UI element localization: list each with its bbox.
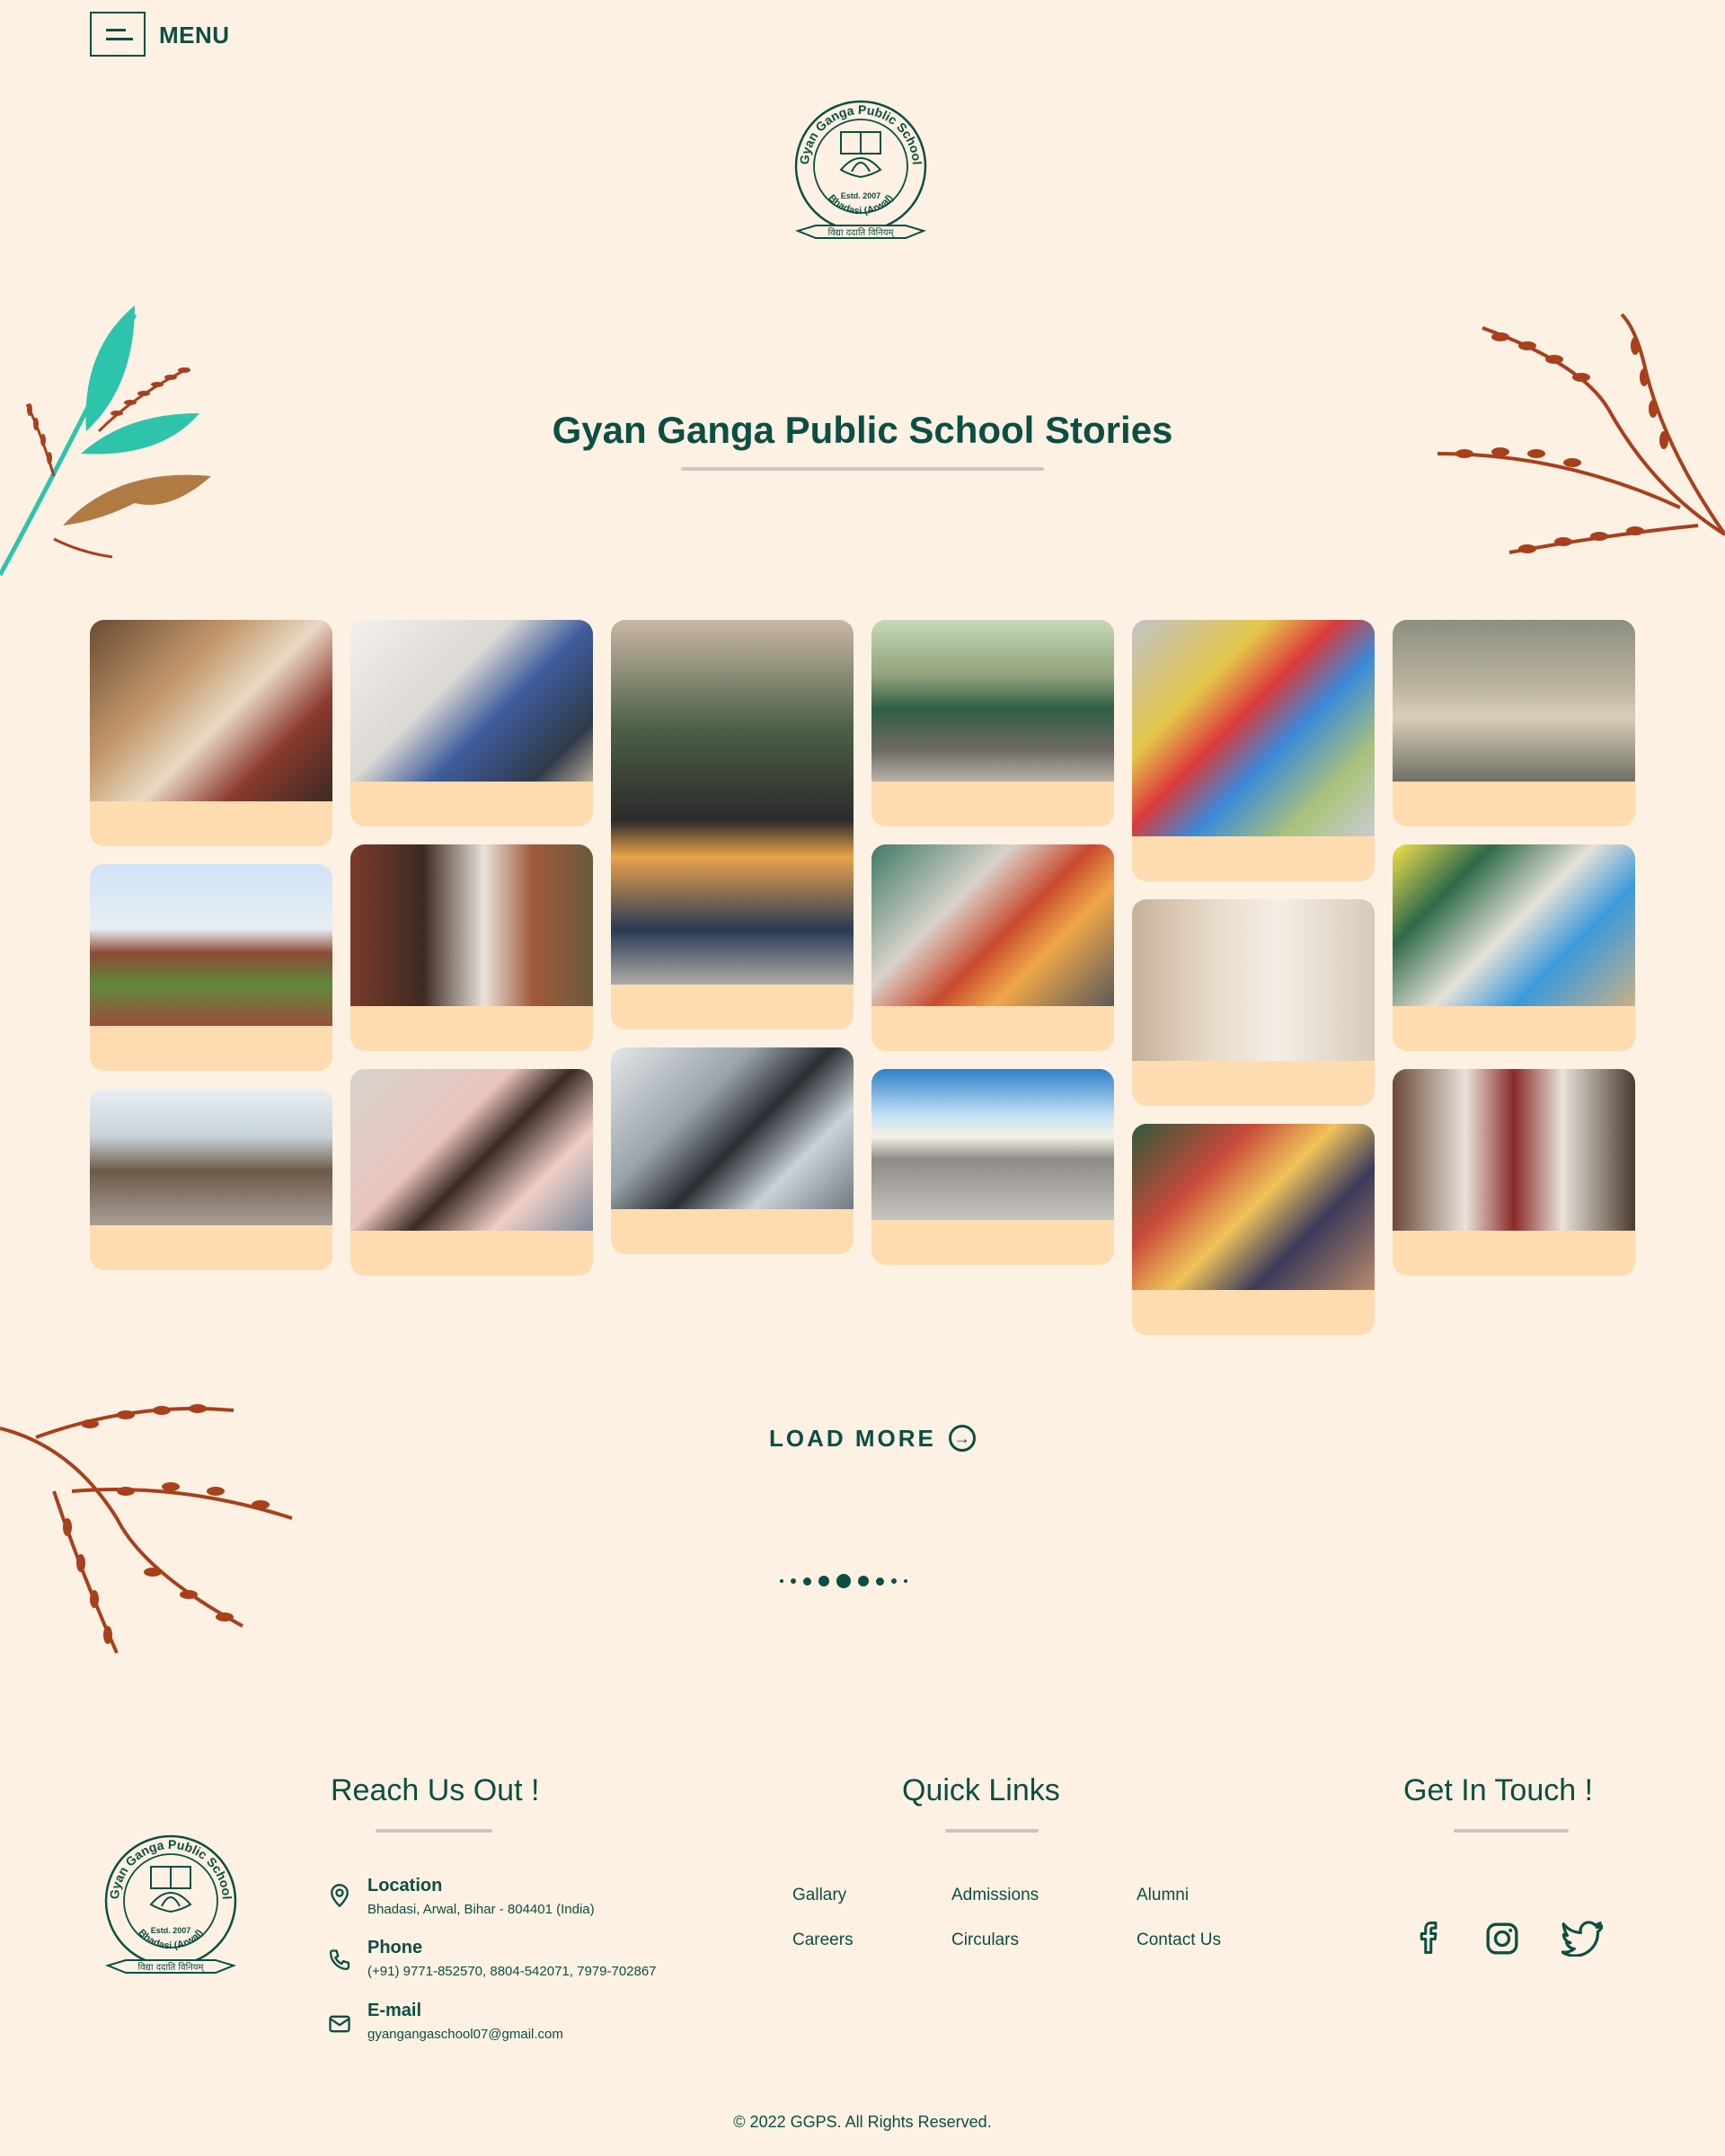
svg-text:Estd. 2007: Estd. 2007 xyxy=(841,191,881,200)
campus-photo xyxy=(90,864,332,1026)
story-card[interactable] xyxy=(1393,1069,1635,1276)
story-card[interactable] xyxy=(90,1089,332,1270)
kids-with-backpacks-photo xyxy=(1132,620,1375,836)
students-group-photo xyxy=(1393,1069,1635,1231)
svg-text:विद्या ददाति विनियम्: विद्या ददाति विनियम् xyxy=(138,1962,206,1973)
story-card[interactable] xyxy=(350,620,593,826)
students-lecture-photo xyxy=(90,620,332,801)
story-card[interactable] xyxy=(611,620,854,1029)
mail-icon xyxy=(329,2015,350,2033)
story-card[interactable] xyxy=(350,1069,593,1276)
story-card[interactable] xyxy=(1393,620,1635,826)
contact-label-location: Location xyxy=(367,1876,443,1895)
title-underline xyxy=(681,467,1044,471)
student-with-books-photo xyxy=(611,620,854,985)
load-more-button[interactable]: LOAD MORE → xyxy=(769,1423,976,1454)
link-circulars[interactable]: Circulars xyxy=(951,1931,1019,1950)
library-reading-photo xyxy=(350,844,593,1006)
story-card[interactable] xyxy=(350,844,593,1051)
load-more-label: LOAD MORE xyxy=(769,1424,936,1452)
location-pin-icon xyxy=(331,1884,349,1908)
page-title: Gyan Ganga Public School Stories xyxy=(552,409,1173,451)
contact-label-phone: Phone xyxy=(367,1938,423,1957)
graduation-photo xyxy=(871,620,1114,782)
link-alumni[interactable]: Alumni xyxy=(1137,1886,1189,1905)
reach-us-underline xyxy=(376,1829,492,1833)
school-corridor-photo xyxy=(1132,899,1375,1061)
story-card[interactable] xyxy=(1132,1124,1375,1335)
story-card[interactable] xyxy=(1393,844,1635,1051)
contact-value-phone[interactable]: (+91) 9771-852570, 8804-542071, 7979-702… xyxy=(367,1964,657,1979)
story-card[interactable] xyxy=(871,620,1114,826)
kids-classroom-photo xyxy=(871,844,1114,1006)
story-card[interactable] xyxy=(1132,620,1375,881)
quick-links-heading: Quick Links xyxy=(902,1773,1060,1807)
instagram-icon[interactable] xyxy=(1484,1921,1520,1957)
copyright: © 2022 GGPS. All Rights Reserved. xyxy=(733,2113,992,2131)
contact-label-email: E-mail xyxy=(367,2001,422,2020)
story-card[interactable] xyxy=(611,1047,854,1254)
classroom-hands-up-photo xyxy=(1393,844,1635,1006)
story-card[interactable] xyxy=(1132,899,1375,1106)
story-card[interactable] xyxy=(871,844,1114,1051)
footer-school-logo[interactable]: Gyan Ganga Public School Estd. 2007 Bhad… xyxy=(97,1829,244,1991)
student-portrait-photo xyxy=(350,1069,593,1231)
computer-class-photo xyxy=(350,620,593,782)
phone-icon xyxy=(329,1949,350,1971)
facebook-icon[interactable] xyxy=(1414,1919,1446,1957)
link-contact-us[interactable]: Contact Us xyxy=(1137,1931,1221,1950)
link-careers[interactable]: Careers xyxy=(792,1931,854,1950)
link-gallary[interactable]: Gallary xyxy=(792,1886,846,1905)
arrow-right-icon: → xyxy=(948,1425,976,1452)
menu-button[interactable] xyxy=(90,12,146,57)
menu-icon xyxy=(106,29,126,31)
decorative-branch-lower-left xyxy=(0,1404,293,1654)
story-card[interactable] xyxy=(871,1069,1114,1265)
get-in-touch-underline xyxy=(1454,1829,1569,1833)
school-building-photo xyxy=(871,1069,1114,1220)
get-in-touch-heading: Get In Touch ! xyxy=(1403,1773,1594,1807)
contact-value-email[interactable]: gyangangaschool07@gmail.com xyxy=(367,2027,563,2042)
gallery-column xyxy=(1393,620,1635,1294)
gallery-column xyxy=(90,620,332,1288)
reach-us-heading: Reach Us Out ! xyxy=(331,1773,540,1807)
gallery-column xyxy=(611,620,854,1272)
gallery-column xyxy=(1132,620,1375,1353)
link-admissions[interactable]: Admissions xyxy=(951,1886,1039,1905)
svg-text:विद्या ददाति विनियम्: विद्या ददाति विनियम् xyxy=(828,227,896,238)
menu-label[interactable]: MENU xyxy=(159,22,230,49)
gallery-column xyxy=(350,620,593,1294)
empty-classroom-photo xyxy=(90,1089,332,1225)
empty-desks-photo xyxy=(1393,620,1635,782)
kids-storytime-photo xyxy=(1132,1124,1375,1290)
svg-text:Estd. 2007: Estd. 2007 xyxy=(151,1926,191,1935)
quick-links-underline xyxy=(945,1829,1039,1833)
contact-value-location: Bhadasi, Arwal, Bihar - 804401 (India) xyxy=(367,1902,595,1917)
school-logo[interactable]: Gyan Ganga Public School Estd. 2007 Bhad… xyxy=(789,94,933,256)
story-card[interactable] xyxy=(90,864,332,1071)
pagination-dots xyxy=(780,1570,907,1592)
computer-lab-photo xyxy=(611,1047,854,1209)
twitter-icon[interactable] xyxy=(1561,1921,1603,1957)
gallery-column xyxy=(871,620,1114,1283)
story-card[interactable] xyxy=(90,620,332,846)
